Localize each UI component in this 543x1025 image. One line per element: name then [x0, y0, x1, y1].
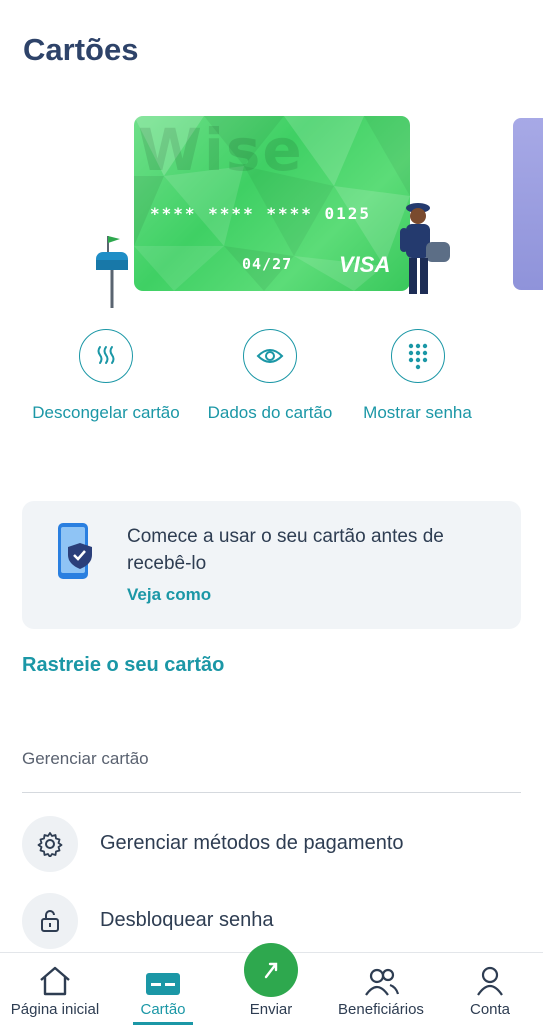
nav-card-label: Cartão [140, 1001, 186, 1018]
card-icon [118, 953, 208, 997]
send-icon [244, 943, 298, 997]
mailbox-illustration [96, 236, 128, 308]
bottom-nav: Página inicial Cartão Enviar Beneficiári… [0, 943, 543, 1025]
nav-card[interactable]: Cartão [118, 953, 208, 1025]
nav-recipients[interactable]: Beneficiários [326, 953, 436, 1025]
card-expiry: 04/27 [242, 255, 293, 273]
debit-card[interactable]: Wise **** **** **** 0125 04/27 VISA [134, 116, 410, 291]
card-details-button[interactable]: Dados do cartão [190, 329, 350, 425]
account-icon [455, 953, 525, 997]
home-icon [0, 953, 110, 997]
nav-home-label: Página inicial [10, 1001, 100, 1018]
phone-shield-icon [58, 523, 92, 579]
unblock-pin-item[interactable]: Desbloquear senha [22, 893, 521, 949]
eye-icon [243, 329, 297, 383]
keypad-icon [390, 329, 445, 383]
nav-recipients-label: Beneficiários [338, 1001, 424, 1018]
gear-icon [22, 816, 78, 872]
unfreeze-card-button[interactable]: Descongelar cartão [30, 329, 182, 425]
card-number: **** **** **** 0125 [150, 204, 372, 223]
info-banner[interactable]: Comece a usar o seu cartão antes de rece… [22, 501, 521, 629]
divider [22, 792, 521, 793]
card-brand-watermark: Wise [138, 116, 304, 184]
manage-card-heading: Gerenciar cartão [22, 749, 149, 768]
unblock-pin-label: Desbloquear senha [100, 909, 274, 931]
show-pin-label: Mostrar senha [363, 403, 472, 422]
card-details-label: Dados do cartão [207, 403, 333, 422]
courier-illustration [400, 203, 450, 294]
recipients-icon [326, 953, 436, 997]
track-card-link[interactable]: Rastreie o seu cartão [22, 654, 224, 677]
manage-payment-methods-label: Gerenciar métodos de pagamento [100, 832, 404, 854]
thaw-icon [79, 329, 133, 383]
see-how-link[interactable]: Veja como [127, 585, 211, 605]
unlock-icon [22, 893, 78, 949]
show-pin-button[interactable]: Mostrar senha [350, 329, 485, 425]
page-title: Cartões [23, 32, 139, 67]
nav-account[interactable]: Conta [455, 953, 525, 1025]
nav-account-label: Conta [469, 1001, 511, 1018]
banner-text: Comece a usar o seu cartão antes de rece… [127, 526, 444, 574]
visa-logo: VISA [339, 252, 391, 277]
nav-send[interactable]: Enviar [230, 943, 312, 1025]
unfreeze-card-label: Descongelar cartão [32, 403, 180, 422]
nav-send-label: Enviar [249, 1001, 293, 1018]
nav-home[interactable]: Página inicial [0, 953, 110, 1025]
manage-payment-methods-item[interactable]: Gerenciar métodos de pagamento [22, 816, 521, 872]
next-card-preview[interactable] [513, 118, 543, 290]
